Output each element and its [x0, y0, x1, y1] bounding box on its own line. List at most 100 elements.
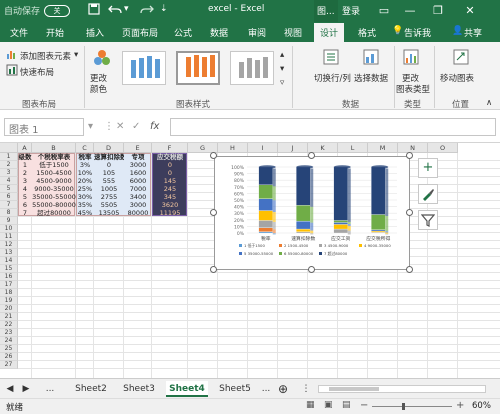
column-header[interactable]: B	[32, 143, 76, 153]
chart-elements-button[interactable]: +	[418, 158, 438, 178]
tab-file[interactable]: 文件	[10, 26, 28, 39]
qat-customize-icon[interactable]: ⇣	[160, 4, 168, 14]
move-chart-button[interactable]: 移动图表	[440, 72, 474, 84]
sheet-tab-sheet2[interactable]: Sheet2	[70, 381, 112, 397]
resize-handle-right[interactable]	[406, 209, 413, 216]
resize-handle-bottom[interactable]	[308, 266, 315, 273]
formula-input[interactable]	[170, 118, 496, 136]
select-all-corner[interactable]	[0, 143, 18, 153]
table-cell[interactable]: 555	[94, 177, 124, 185]
chart-object[interactable]: 100% 90% 80% 70% 60% 50% 40% 30% 20% 10% 0% 税率 速算扣除数…	[214, 156, 410, 270]
row-header[interactable]: 16	[0, 273, 18, 281]
table-cell[interactable]: 7000	[124, 185, 152, 193]
styles-scroll-up-icon[interactable]: ▴	[280, 50, 284, 60]
collapse-ribbon-icon[interactable]: ∧	[486, 98, 492, 108]
name-box[interactable]: 图表 1	[4, 118, 84, 136]
table-cell[interactable]: 4500-9000	[32, 177, 76, 185]
tab-insert[interactable]: 插入	[86, 26, 104, 39]
tab-review[interactable]: 审阅	[248, 26, 266, 39]
table-cell[interactable]: 45%	[76, 209, 94, 217]
more-sheets-left[interactable]: ...	[38, 381, 62, 397]
table-cell[interactable]: 80000	[124, 209, 152, 217]
row-header[interactable]: 13	[0, 249, 18, 257]
column-header[interactable]: O	[428, 143, 458, 153]
sheet-tab-sheet3[interactable]: Sheet3	[118, 381, 160, 397]
change-colors-icon[interactable]	[92, 48, 112, 71]
name-box-dropdown-icon[interactable]: ▾	[88, 121, 93, 132]
tab-view[interactable]: 视图	[284, 26, 302, 39]
move-chart-icon[interactable]	[452, 48, 470, 69]
row-header[interactable]: 3	[0, 169, 18, 177]
normal-view-icon[interactable]: ▦	[306, 400, 315, 410]
sign-in-link[interactable]: 登录	[342, 4, 360, 17]
table-cell[interactable]: 30%	[76, 193, 94, 201]
chart-style-3[interactable]	[230, 51, 274, 85]
table-cell[interactable]: 55000-80000	[32, 201, 76, 209]
column-header[interactable]: F	[152, 143, 188, 153]
row-header[interactable]: 12	[0, 241, 18, 249]
chart-style-1[interactable]	[122, 51, 166, 85]
add-chart-element-button[interactable]: 添加图表元素	[20, 50, 71, 62]
row-header[interactable]: 1	[0, 153, 18, 161]
enter-icon[interactable]: ✓	[132, 121, 140, 132]
column-header[interactable]: N	[398, 143, 428, 153]
tell-me-search[interactable]: 告诉我	[404, 26, 431, 39]
zoom-out-icon[interactable]: −	[360, 400, 368, 411]
table-cell[interactable]: 2	[18, 169, 32, 177]
row-header[interactable]: 21	[0, 313, 18, 321]
styles-scroll-down-icon[interactable]: ▾	[280, 64, 284, 74]
quick-layout-button[interactable]: 快速布局	[20, 66, 54, 78]
redo-icon[interactable]	[140, 3, 154, 18]
table-cell[interactable]: 20%	[76, 177, 94, 185]
table-header-cell[interactable]: 应交税额	[152, 153, 188, 161]
row-header[interactable]: 19	[0, 297, 18, 305]
row-header[interactable]: 6	[0, 193, 18, 201]
table-cell[interactable]: 35000-55000	[32, 193, 76, 201]
resize-handle-tl[interactable]	[210, 152, 217, 159]
chart-style-2[interactable]	[176, 51, 220, 85]
table-cell[interactable]: 0	[152, 161, 188, 169]
ribbon-display-icon[interactable]: ▭	[374, 2, 394, 20]
scrollbar-thumb[interactable]	[329, 387, 379, 391]
table-cell[interactable]: 4	[18, 185, 32, 193]
tab-data[interactable]: 数据	[210, 26, 228, 39]
table-cell[interactable]: 1	[18, 161, 32, 169]
row-header[interactable]: 11	[0, 233, 18, 241]
switch-row-column-button[interactable]: 切换行/列	[314, 72, 351, 84]
restore-icon[interactable]: ❐	[428, 2, 448, 20]
table-cell[interactable]: 2755	[94, 193, 124, 201]
page-layout-view-icon[interactable]: ▣	[324, 400, 333, 410]
table-cell[interactable]: 1005	[94, 185, 124, 193]
table-cell[interactable]: 6000	[124, 177, 152, 185]
add-sheet-icon[interactable]: ⊕	[276, 381, 290, 397]
table-header-cell[interactable]: 个税税率表	[32, 153, 76, 161]
chart-styles-button[interactable]	[418, 184, 438, 204]
save-icon[interactable]	[88, 3, 100, 18]
row-header[interactable]: 14	[0, 257, 18, 265]
horizontal-scrollbar[interactable]	[318, 385, 486, 393]
table-header-cell[interactable]: 税率	[76, 153, 94, 161]
table-cell[interactable]: 6	[18, 201, 32, 209]
add-chart-element-dropdown-icon[interactable]: ▾	[74, 50, 78, 60]
cancel-icon[interactable]: ✕	[116, 121, 124, 132]
resize-handle-tr[interactable]	[406, 152, 413, 159]
row-header[interactable]: 5	[0, 185, 18, 193]
row-header[interactable]: 23	[0, 329, 18, 337]
table-cell[interactable]: 10%	[76, 169, 94, 177]
row-header[interactable]: 22	[0, 321, 18, 329]
table-cell[interactable]: 13505	[94, 209, 124, 217]
table-header-cell[interactable]: 速算扣除数	[94, 153, 124, 161]
table-cell[interactable]: 5	[18, 193, 32, 201]
table-cell[interactable]: 低于1500	[32, 161, 76, 169]
column-header[interactable]: L	[338, 143, 368, 153]
column-header[interactable]: J	[278, 143, 308, 153]
tab-formulas[interactable]: 公式	[174, 26, 192, 39]
tab-home[interactable]: 开始	[46, 26, 64, 39]
row-header[interactable]: 25	[0, 345, 18, 353]
table-cell[interactable]: 25%	[76, 185, 94, 193]
table-cell[interactable]: 7	[18, 209, 32, 217]
resize-handle-br[interactable]	[406, 266, 413, 273]
table-cell[interactable]: 105	[94, 169, 124, 177]
insert-function-icon[interactable]: fx	[150, 121, 159, 132]
zoom-in-icon[interactable]: +	[456, 400, 464, 411]
